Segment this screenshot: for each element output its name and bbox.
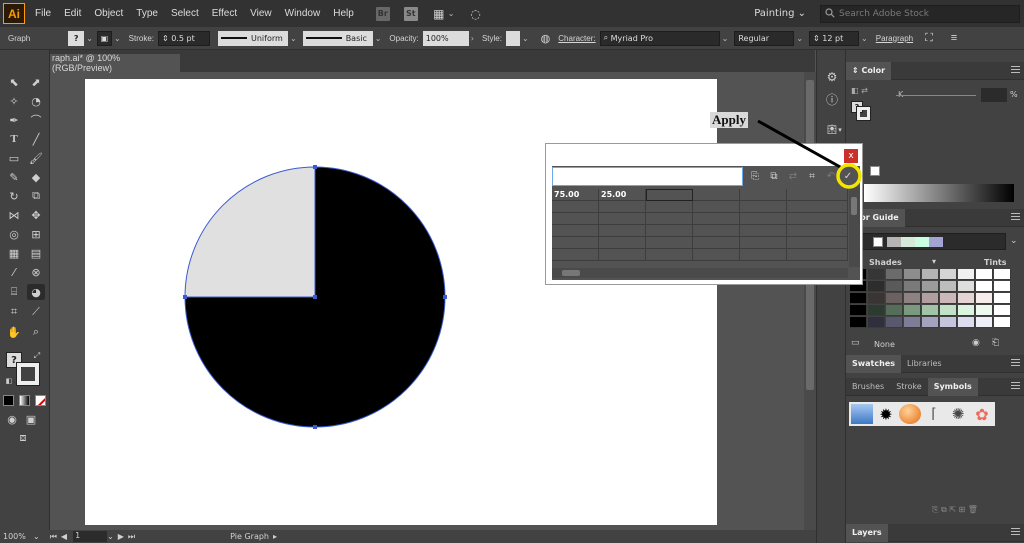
annotation-arrow xyxy=(757,119,843,170)
apply-annotation-label: Apply xyxy=(710,112,748,128)
apply-highlight-circle xyxy=(836,163,862,189)
annotation-overlay xyxy=(757,119,862,189)
